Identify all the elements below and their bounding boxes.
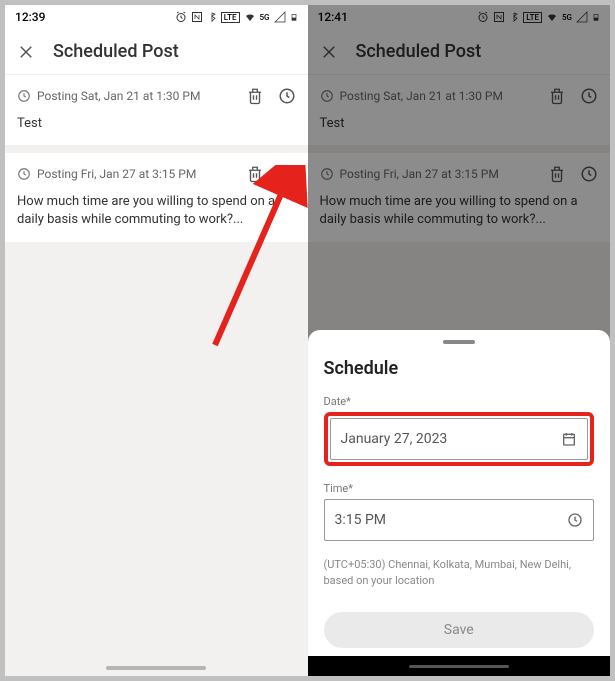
status-time: 12:39 xyxy=(15,10,45,24)
time-label: Time* xyxy=(324,482,595,495)
post-body: Test xyxy=(17,115,296,133)
bottom-nav-bar xyxy=(308,656,611,676)
timezone-text: (UTC+05:30) Chennai, Kolkata, Mumbai, Ne… xyxy=(324,557,595,588)
app-header: Scheduled Post xyxy=(5,29,308,75)
battery-icon xyxy=(290,11,298,23)
schedule-bottom-sheet: Schedule Date* January 27, 2023 Time* 3:… xyxy=(308,330,611,676)
save-button[interactable]: Save xyxy=(324,612,595,648)
drag-handle[interactable] xyxy=(443,340,475,344)
signal-icon xyxy=(274,11,286,23)
post-schedule-text: Posting Sat, Jan 21 at 1:30 PM xyxy=(37,89,200,103)
time-value: 3:15 PM xyxy=(335,512,387,528)
phone-right: 12:41 LTE 5G Scheduled Post Posting Sat,… xyxy=(308,5,611,676)
trash-icon[interactable] xyxy=(246,165,264,183)
sheet-title: Schedule xyxy=(324,358,595,379)
save-label: Save xyxy=(444,622,474,638)
trash-icon[interactable] xyxy=(246,87,264,105)
date-label: Date* xyxy=(324,395,595,408)
status-icons: LTE 5G xyxy=(175,11,298,23)
page-title: Scheduled Post xyxy=(53,41,179,62)
clock-icon xyxy=(567,512,583,528)
clock-icon xyxy=(17,89,31,103)
date-input[interactable]: January 27, 2023 xyxy=(330,418,589,460)
post-card[interactable]: Posting Sat, Jan 21 at 1:30 PM Test xyxy=(5,75,308,145)
post-schedule-text: Posting Fri, Jan 27 at 3:15 PM xyxy=(37,167,196,181)
calendar-icon xyxy=(561,431,577,447)
nav-handle[interactable] xyxy=(106,666,206,670)
alarm-icon xyxy=(175,11,187,23)
post-body: How much time are you willing to spend o… xyxy=(17,193,296,229)
nfc-icon xyxy=(191,11,203,23)
close-icon[interactable] xyxy=(17,43,35,61)
nav-handle[interactable] xyxy=(409,665,509,668)
time-input[interactable]: 3:15 PM xyxy=(324,499,595,541)
date-field-highlight: January 27, 2023 xyxy=(324,412,595,466)
phone-left: 12:39 LTE 5G Scheduled Post Posting Sat,… xyxy=(5,5,308,676)
status-bar: 12:39 LTE 5G xyxy=(5,5,308,29)
date-value: January 27, 2023 xyxy=(341,431,448,447)
clock-icon xyxy=(17,167,31,181)
reschedule-clock-icon[interactable] xyxy=(278,165,296,183)
bluetooth-icon xyxy=(207,11,217,23)
post-card[interactable]: Posting Fri, Jan 27 at 3:15 PM How much … xyxy=(5,153,308,241)
reschedule-clock-icon[interactable] xyxy=(278,87,296,105)
wifi-icon xyxy=(244,11,256,23)
